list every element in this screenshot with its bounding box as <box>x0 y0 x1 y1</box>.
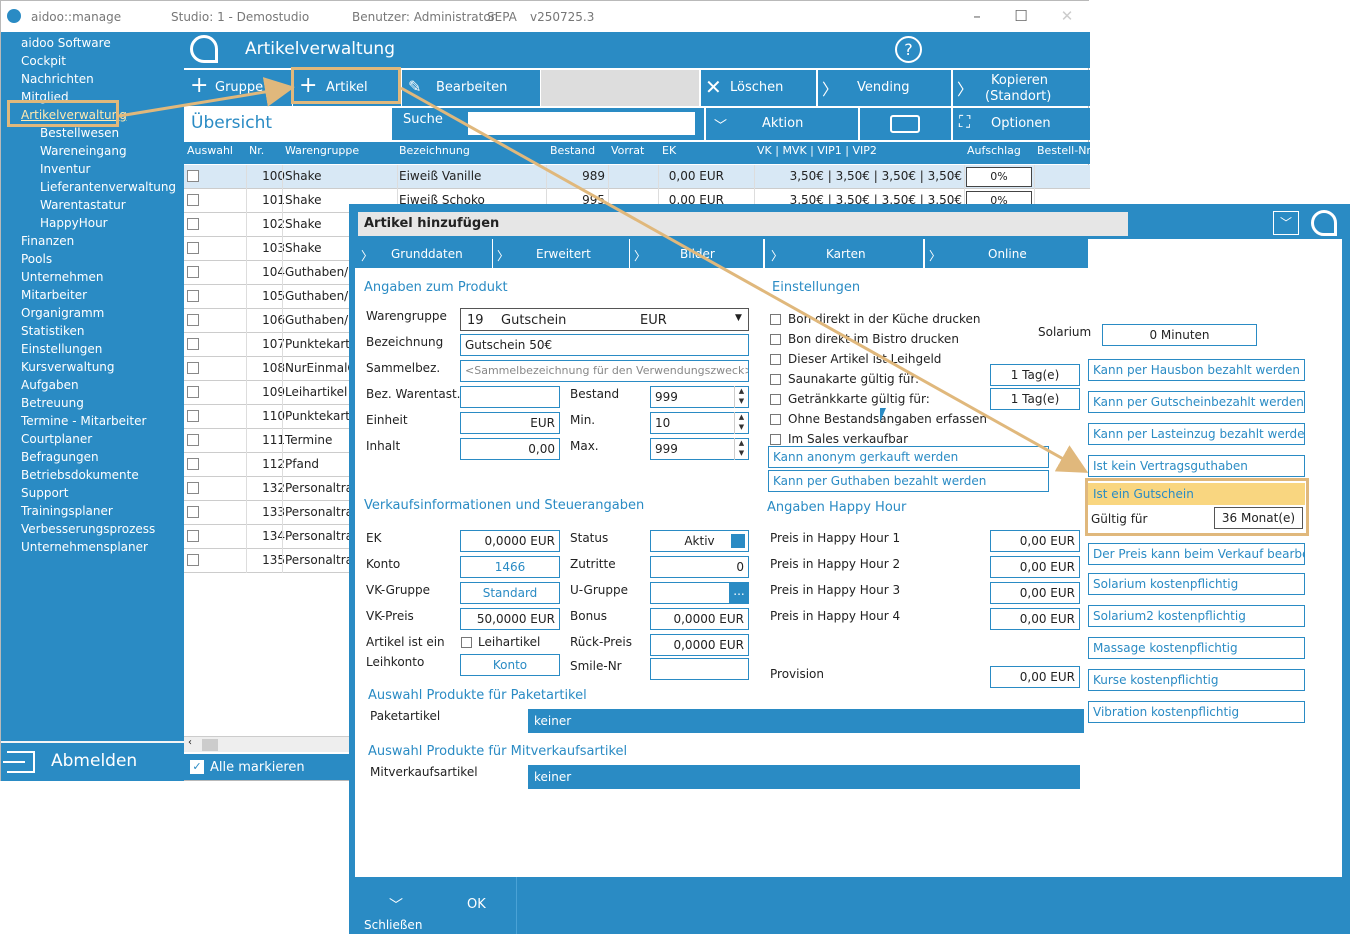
callout-arrows <box>118 77 1089 473</box>
mouse-cursor-icon <box>880 408 886 422</box>
